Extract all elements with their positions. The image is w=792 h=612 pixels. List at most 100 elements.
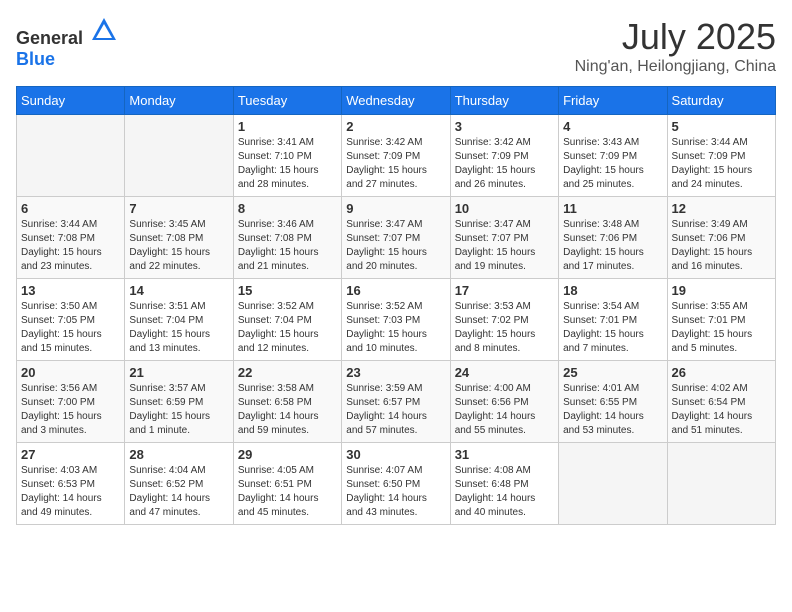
calendar-cell: 13 Sunrise: 3:50 AM Sunset: 7:05 PM Dayli… [17, 279, 125, 361]
day-info: Sunrise: 4:02 AM Sunset: 6:54 PM Dayligh… [672, 382, 771, 438]
day-info: Sunrise: 3:58 AM Sunset: 6:58 PM Dayligh… [238, 382, 337, 438]
day-number: 2 [346, 119, 445, 134]
day-info: Sunrise: 3:44 AM Sunset: 7:09 PM Dayligh… [672, 136, 771, 192]
weekday-header-thursday: Thursday [450, 87, 558, 115]
calendar-cell: 3Sunrise: 3:42 AM Sunset: 7:09 PM Daylig… [450, 115, 558, 197]
day-info: Sunrise: 3:51 AM Sunset: 7:04 PM Dayligh… [129, 300, 228, 356]
weekday-header-sunday: Sunday [17, 87, 125, 115]
calendar-cell: 11 Sunrise: 3:48 AM Sunset: 7:06 PM Dayli… [559, 197, 667, 279]
day-info: Sunrise: 3:59 AM Sunset: 6:57 PM Dayligh… [346, 382, 445, 438]
weekday-header-tuesday: Tuesday [233, 87, 341, 115]
calendar-cell: 4 Sunrise: 3:43 AM Sunset: 7:09 PM Daylig… [559, 115, 667, 197]
day-number: 31 [455, 447, 554, 462]
calendar-cell: 2Sunrise: 3:42 AM Sunset: 7:09 PM Daylig… [342, 115, 450, 197]
day-info: Sunrise: 4:05 AM Sunset: 6:51 PM Dayligh… [238, 464, 337, 520]
day-number: 8 [238, 201, 337, 216]
day-number: 11 [563, 201, 662, 216]
day-info: Sunrise: 4:08 AM Sunset: 6:48 PM Dayligh… [455, 464, 554, 520]
calendar-cell: 19 Sunrise: 3:55 AM Sunset: 7:01 PM Dayli… [667, 279, 775, 361]
title-block: July 2025 Ning'an, Heilongjiang, China [575, 16, 776, 76]
day-number: 27 [21, 447, 120, 462]
calendar-cell: 29 Sunrise: 4:05 AM Sunset: 6:51 PM Dayli… [233, 443, 341, 525]
day-info: Sunrise: 3:57 AM Sunset: 6:59 PM Dayligh… [129, 382, 228, 438]
day-info: Sunrise: 3:44 AM Sunset: 7:08 PM Dayligh… [21, 218, 120, 274]
weekday-header-saturday: Saturday [667, 87, 775, 115]
calendar-cell: 1Sunrise: 3:41 AM Sunset: 7:10 PM Daylig… [233, 115, 341, 197]
calendar-cell: 16Sunrise: 3:52 AM Sunset: 7:03 PM Dayli… [342, 279, 450, 361]
month-year-title: July 2025 [575, 16, 776, 58]
week-row-3: 13 Sunrise: 3:50 AM Sunset: 7:05 PM Dayli… [17, 279, 776, 361]
day-number: 29 [238, 447, 337, 462]
calendar-cell: 7Sunrise: 3:45 AM Sunset: 7:08 PM Daylig… [125, 197, 233, 279]
day-number: 6 [21, 201, 120, 216]
calendar-cell: 6 Sunrise: 3:44 AM Sunset: 7:08 PM Daylig… [17, 197, 125, 279]
day-number: 5 [672, 119, 771, 134]
day-number: 25 [563, 365, 662, 380]
day-info: Sunrise: 3:55 AM Sunset: 7:01 PM Dayligh… [672, 300, 771, 356]
calendar-cell: 20 Sunrise: 3:56 AM Sunset: 7:00 PM Dayli… [17, 361, 125, 443]
day-info: Sunrise: 3:47 AM Sunset: 7:07 PM Dayligh… [346, 218, 445, 274]
logo-general: General [16, 28, 83, 48]
weekday-header-row: SundayMondayTuesdayWednesdayThursdayFrid… [17, 87, 776, 115]
day-number: 4 [563, 119, 662, 134]
calendar-cell [125, 115, 233, 197]
logo: General Blue [16, 16, 118, 70]
calendar-cell: 22 Sunrise: 3:58 AM Sunset: 6:58 PM Dayli… [233, 361, 341, 443]
day-number: 21 [129, 365, 228, 380]
day-info: Sunrise: 4:00 AM Sunset: 6:56 PM Dayligh… [455, 382, 554, 438]
day-info: Sunrise: 4:03 AM Sunset: 6:53 PM Dayligh… [21, 464, 120, 520]
day-info: Sunrise: 3:52 AM Sunset: 7:04 PM Dayligh… [238, 300, 337, 356]
page-header: General Blue July 2025 Ning'an, Heilongj… [16, 16, 776, 76]
calendar-cell: 5 Sunrise: 3:44 AM Sunset: 7:09 PM Daylig… [667, 115, 775, 197]
calendar-cell: 10Sunrise: 3:47 AM Sunset: 7:07 PM Dayli… [450, 197, 558, 279]
location-subtitle: Ning'an, Heilongjiang, China [575, 58, 776, 76]
day-number: 24 [455, 365, 554, 380]
calendar-cell: 27 Sunrise: 4:03 AM Sunset: 6:53 PM Dayli… [17, 443, 125, 525]
calendar-cell: 12Sunrise: 3:49 AM Sunset: 7:06 PM Dayli… [667, 197, 775, 279]
day-info: Sunrise: 3:47 AM Sunset: 7:07 PM Dayligh… [455, 218, 554, 274]
calendar-cell: 14 Sunrise: 3:51 AM Sunset: 7:04 PM Dayli… [125, 279, 233, 361]
day-number: 12 [672, 201, 771, 216]
day-info: Sunrise: 3:56 AM Sunset: 7:00 PM Dayligh… [21, 382, 120, 438]
week-row-2: 6 Sunrise: 3:44 AM Sunset: 7:08 PM Daylig… [17, 197, 776, 279]
week-row-5: 27 Sunrise: 4:03 AM Sunset: 6:53 PM Dayli… [17, 443, 776, 525]
logo-blue: Blue [16, 49, 55, 69]
calendar-cell: 8 Sunrise: 3:46 AM Sunset: 7:08 PM Daylig… [233, 197, 341, 279]
day-info: Sunrise: 4:07 AM Sunset: 6:50 PM Dayligh… [346, 464, 445, 520]
day-info: Sunrise: 3:52 AM Sunset: 7:03 PM Dayligh… [346, 300, 445, 356]
day-info: Sunrise: 3:45 AM Sunset: 7:08 PM Dayligh… [129, 218, 228, 274]
week-row-4: 20 Sunrise: 3:56 AM Sunset: 7:00 PM Dayli… [17, 361, 776, 443]
calendar-cell: 9 Sunrise: 3:47 AM Sunset: 7:07 PM Daylig… [342, 197, 450, 279]
day-info: Sunrise: 3:48 AM Sunset: 7:06 PM Dayligh… [563, 218, 662, 274]
day-number: 9 [346, 201, 445, 216]
calendar-cell: 17Sunrise: 3:53 AM Sunset: 7:02 PM Dayli… [450, 279, 558, 361]
day-number: 15 [238, 283, 337, 298]
day-info: Sunrise: 3:42 AM Sunset: 7:09 PM Dayligh… [455, 136, 554, 192]
day-number: 26 [672, 365, 771, 380]
calendar-cell: 24 Sunrise: 4:00 AM Sunset: 6:56 PM Dayli… [450, 361, 558, 443]
day-info: Sunrise: 3:50 AM Sunset: 7:05 PM Dayligh… [21, 300, 120, 356]
calendar-cell: 28Sunrise: 4:04 AM Sunset: 6:52 PM Dayli… [125, 443, 233, 525]
weekday-header-monday: Monday [125, 87, 233, 115]
day-info: Sunrise: 3:46 AM Sunset: 7:08 PM Dayligh… [238, 218, 337, 274]
calendar-cell: 31 Sunrise: 4:08 AM Sunset: 6:48 PM Dayli… [450, 443, 558, 525]
day-number: 22 [238, 365, 337, 380]
calendar-cell [559, 443, 667, 525]
calendar-cell: 23Sunrise: 3:59 AM Sunset: 6:57 PM Dayli… [342, 361, 450, 443]
day-info: Sunrise: 3:43 AM Sunset: 7:09 PM Dayligh… [563, 136, 662, 192]
calendar-cell: 26 Sunrise: 4:02 AM Sunset: 6:54 PM Dayli… [667, 361, 775, 443]
day-number: 14 [129, 283, 228, 298]
logo-icon [90, 16, 118, 44]
logo-text: General Blue [16, 16, 118, 70]
calendar-cell: 30Sunrise: 4:07 AM Sunset: 6:50 PM Dayli… [342, 443, 450, 525]
calendar-cell: 21 Sunrise: 3:57 AM Sunset: 6:59 PM Dayli… [125, 361, 233, 443]
day-number: 17 [455, 283, 554, 298]
day-number: 19 [672, 283, 771, 298]
day-info: Sunrise: 4:01 AM Sunset: 6:55 PM Dayligh… [563, 382, 662, 438]
day-info: Sunrise: 4:04 AM Sunset: 6:52 PM Dayligh… [129, 464, 228, 520]
day-number: 1 [238, 119, 337, 134]
day-number: 13 [21, 283, 120, 298]
calendar-cell: 25 Sunrise: 4:01 AM Sunset: 6:55 PM Dayli… [559, 361, 667, 443]
day-number: 20 [21, 365, 120, 380]
calendar-table: SundayMondayTuesdayWednesdayThursdayFrid… [16, 86, 776, 525]
